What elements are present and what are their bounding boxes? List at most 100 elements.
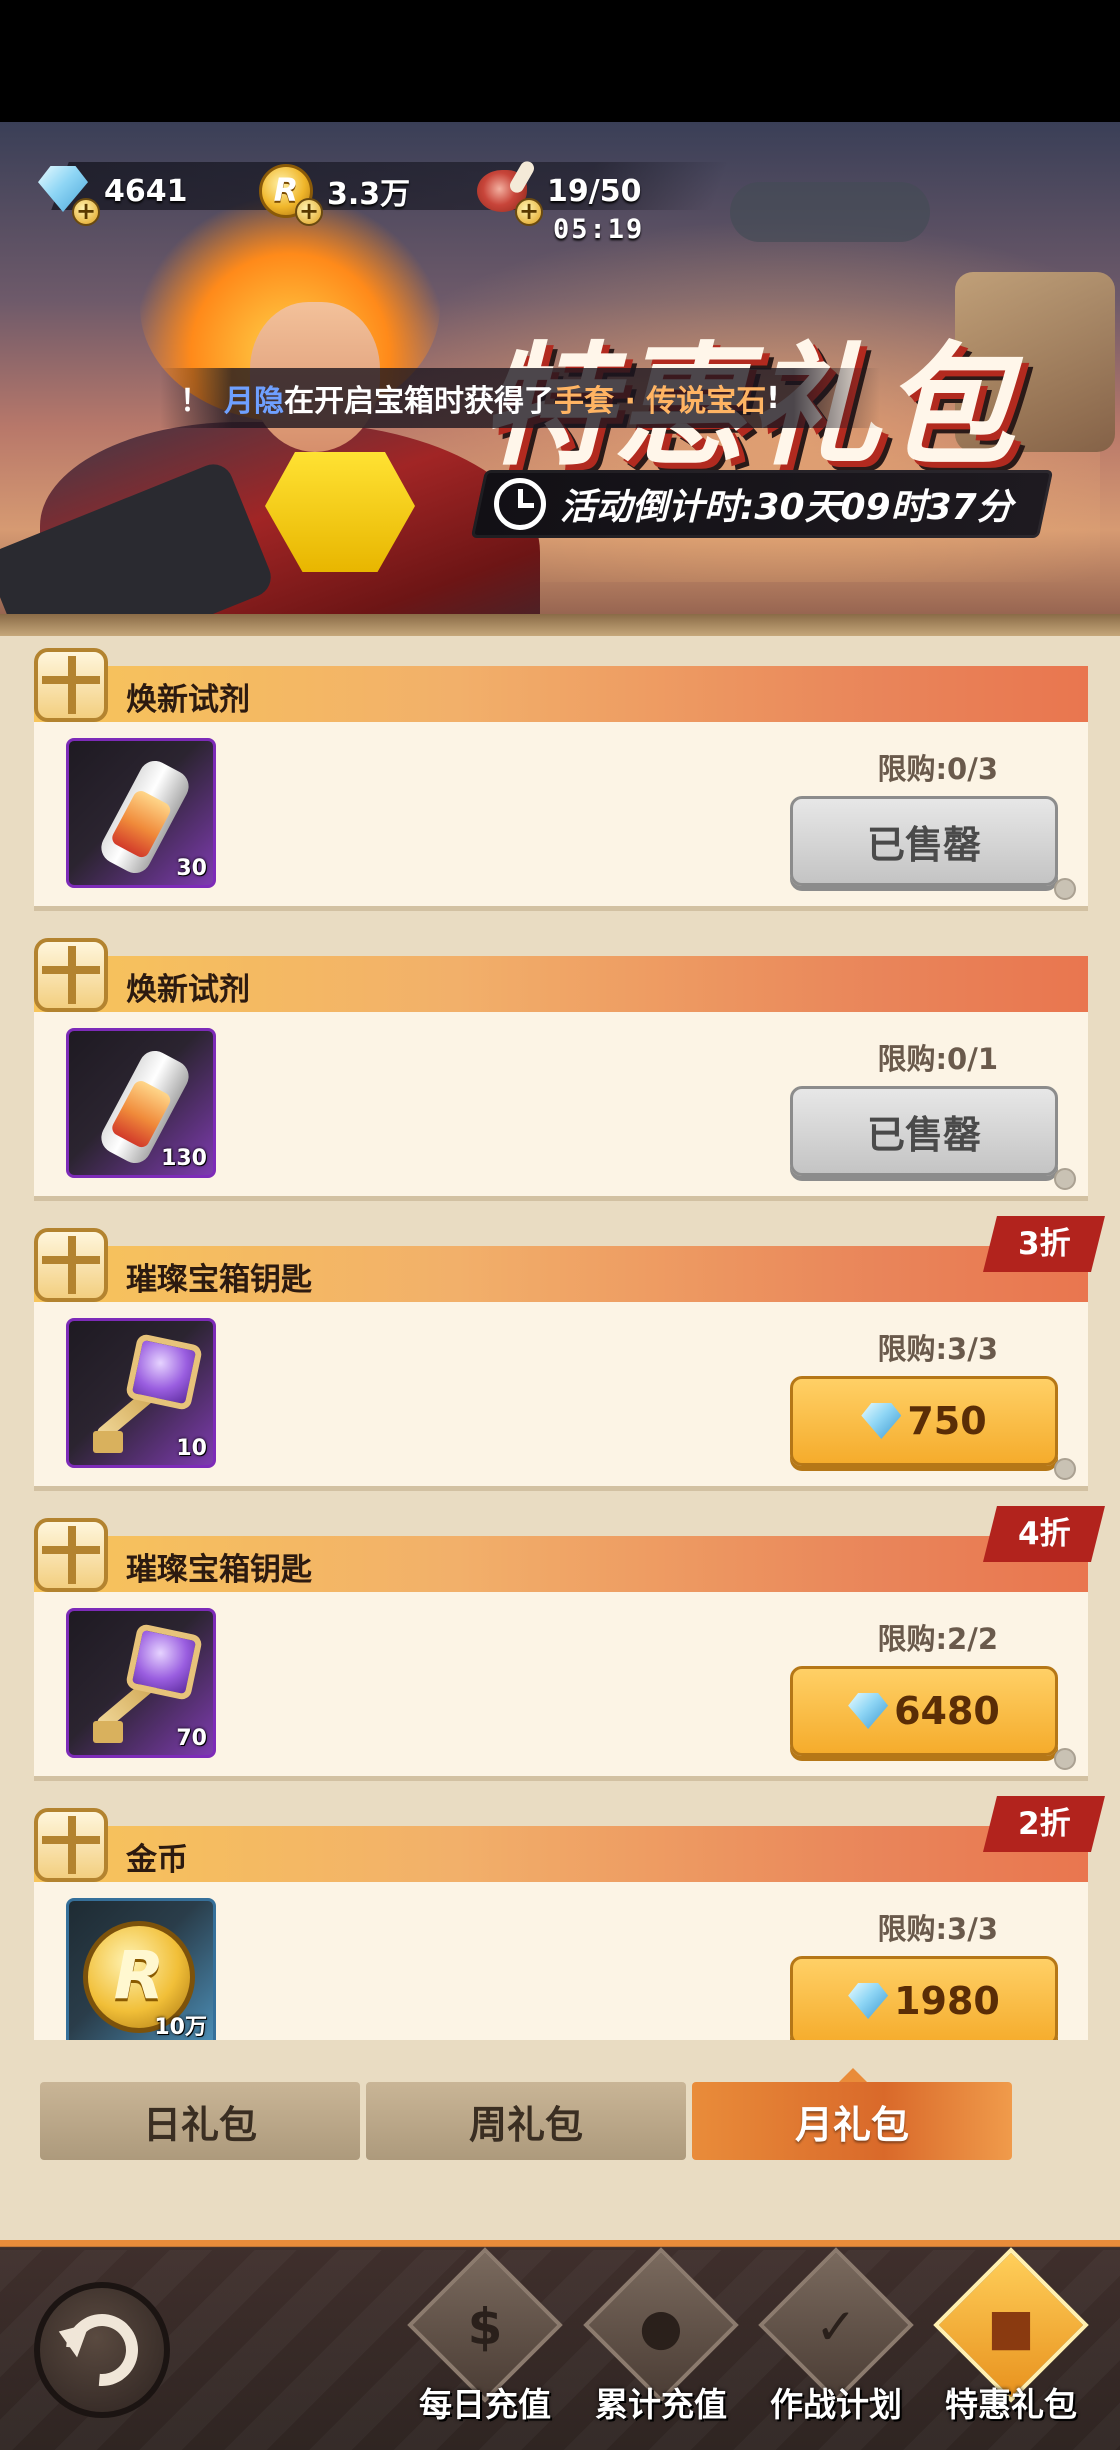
purchase-limit: 限购:2/2 xyxy=(877,1622,998,1656)
marquee-text: 在开启宝箱时获得了 xyxy=(284,384,554,419)
discount-badge: 2折 xyxy=(983,1796,1105,1852)
nav-label: 累计充值 xyxy=(595,2385,727,2424)
back-button[interactable] xyxy=(34,2282,170,2418)
event-banner: 特惠礼包 + 4641 R + 3.3万 + 19/50 05:19 ！ 月隐 … xyxy=(0,122,1120,632)
marquee-prefix: ！ xyxy=(180,384,210,419)
pack-title: 璀璨宝箱钥匙 xyxy=(126,1262,312,1298)
countdown-content: 活动倒计时:30天09时37分 xyxy=(488,470,1013,538)
purchase-limit: 限购:0/3 xyxy=(877,752,998,786)
pack-card: 3折 璀璨宝箱钥匙 10 限购:3/3 750 xyxy=(34,1216,1105,1491)
item-count: 130 xyxy=(161,1146,207,1171)
purchase-limit: 限购:3/3 xyxy=(877,1332,998,1366)
pack-list[interactable]: 焕新试剂 30 限购:0/3 已售罄 焕新试剂 130 限购:0/1 已售罄 3… xyxy=(0,636,1120,2040)
item-slot[interactable]: 30 xyxy=(66,738,216,888)
pack-title: 璀璨宝箱钥匙 xyxy=(126,1552,312,1588)
gift-icon xyxy=(34,648,108,722)
marquee-suffix: ! xyxy=(766,380,780,416)
price-label: 6480 xyxy=(894,1689,1000,1733)
sold-out-button[interactable]: 已售罄 xyxy=(790,1086,1058,1176)
info-dot-icon xyxy=(1054,1458,1076,1480)
item-count: 10 xyxy=(176,1436,207,1461)
item-slot[interactable]: 10 xyxy=(66,1318,216,1468)
item-slot[interactable]: 130 xyxy=(66,1028,216,1178)
item-slot[interactable]: R 10万 xyxy=(66,1898,216,2040)
clock-icon xyxy=(494,478,546,530)
pack-title: 金币 xyxy=(126,1842,188,1878)
energy-count: 19/50 xyxy=(547,173,642,209)
key-icon xyxy=(124,1622,204,1702)
add-coins-icon[interactable]: + xyxy=(295,198,323,226)
button-label: 已售罄 xyxy=(866,822,981,867)
gift-icon xyxy=(34,1518,108,1592)
item-count: 10万 xyxy=(154,2015,207,2040)
coins-resource[interactable]: R + 3.3万 xyxy=(255,160,411,226)
dollar-plus-icon: $ xyxy=(467,2298,503,2356)
coin-icon: R + xyxy=(255,160,323,226)
item-slot[interactable]: 70 xyxy=(66,1608,216,1758)
pack-header xyxy=(34,1826,1088,1886)
gems-count: 4641 xyxy=(104,173,188,209)
helicopter-art xyxy=(730,182,930,242)
buy-button[interactable]: 1980 xyxy=(790,1956,1058,2040)
nav-label: 特惠礼包 xyxy=(945,2385,1077,2424)
add-energy-icon[interactable]: + xyxy=(515,198,543,226)
tab-label: 月礼包 xyxy=(794,2102,909,2147)
banner-bottom-rim xyxy=(0,614,1120,636)
key-icon xyxy=(124,1332,204,1412)
info-dot-icon xyxy=(1054,878,1076,900)
tab-daily[interactable]: 日礼包 xyxy=(40,2082,360,2160)
gift-icon: ■ xyxy=(987,2298,1035,2356)
coins-count: 3.3万 xyxy=(327,177,411,212)
item-count: 70 xyxy=(176,1726,207,1751)
item-count: 30 xyxy=(176,856,207,881)
gift-icon xyxy=(34,938,108,1012)
gem-icon xyxy=(848,1693,889,1729)
calendar-check-icon: ✓ xyxy=(815,2298,857,2356)
buy-button[interactable]: 750 xyxy=(790,1376,1058,1466)
nav-label: 每日充值 xyxy=(419,2385,551,2424)
gem-icon: + xyxy=(32,160,100,226)
pack-card: 4折 璀璨宝箱钥匙 70 限购:2/2 6480 xyxy=(34,1506,1105,1781)
status-bar-area xyxy=(0,0,1120,122)
gems-resource[interactable]: + 4641 xyxy=(32,160,188,226)
meat-icon: + xyxy=(475,158,543,226)
nav-battle-plan[interactable]: ✓ 作战计划 xyxy=(751,2247,921,2440)
info-dot-icon xyxy=(1054,1168,1076,1190)
price-label: 750 xyxy=(907,1399,987,1443)
pack-card: 焕新试剂 30 限购:0/3 已售罄 xyxy=(34,636,1088,911)
nav-special-packs[interactable]: ■ 特惠礼包 xyxy=(926,2247,1096,2440)
marquee-player-name: 月隐 xyxy=(224,384,284,419)
tab-label: 日礼包 xyxy=(142,2102,257,2147)
sold-out-button[interactable]: 已售罄 xyxy=(790,796,1058,886)
energy-timer: 05:19 xyxy=(553,214,645,245)
price-label: 1980 xyxy=(894,1979,1000,2023)
pack-title: 焕新试剂 xyxy=(126,972,250,1008)
info-dot-icon xyxy=(1054,1748,1076,1770)
nav-label: 作战计划 xyxy=(770,2385,902,2424)
gift-icon xyxy=(34,1228,108,1302)
piggy-bank-icon: ● xyxy=(639,2298,683,2356)
energy-resource[interactable]: + 19/50 xyxy=(475,158,642,226)
purchase-limit: 限购:3/3 xyxy=(877,1912,998,1946)
pack-list-area: 焕新试剂 30 限购:0/3 已售罄 焕新试剂 130 限购:0/1 已售罄 3… xyxy=(0,636,1120,2240)
tab-monthly[interactable]: 月礼包 xyxy=(692,2082,1012,2160)
gem-icon xyxy=(848,1983,889,2019)
countdown-text: 活动倒计时:30天09时37分 xyxy=(560,487,1013,528)
tab-label: 周礼包 xyxy=(468,2102,583,2147)
discount-badge: 4折 xyxy=(983,1506,1105,1562)
purchase-limit: 限购:0/1 xyxy=(877,1042,998,1076)
add-gems-icon[interactable]: + xyxy=(72,198,100,226)
buy-button[interactable]: 6480 xyxy=(790,1666,1058,1756)
pack-title: 焕新试剂 xyxy=(126,682,250,718)
nav-daily-recharge[interactable]: $ 每日充值 xyxy=(400,2247,570,2440)
gift-icon xyxy=(34,1808,108,1882)
pack-card: 2折 金币 R 10万 限购:3/3 1980 xyxy=(34,1796,1105,2040)
announcement-marquee: ！ 月隐 在开启宝箱时获得了 手套 · 传说宝石 ! xyxy=(160,368,880,428)
tab-weekly[interactable]: 周礼包 xyxy=(366,2082,686,2160)
discount-badge: 3折 xyxy=(983,1216,1105,1272)
gem-icon xyxy=(861,1403,902,1439)
nav-cumulative-recharge[interactable]: ● 累计充值 xyxy=(576,2247,746,2440)
button-label: 已售罄 xyxy=(866,1112,981,1157)
active-tab-caret-icon xyxy=(839,2068,867,2082)
pack-card: 焕新试剂 130 限购:0/1 已售罄 xyxy=(34,926,1088,1201)
